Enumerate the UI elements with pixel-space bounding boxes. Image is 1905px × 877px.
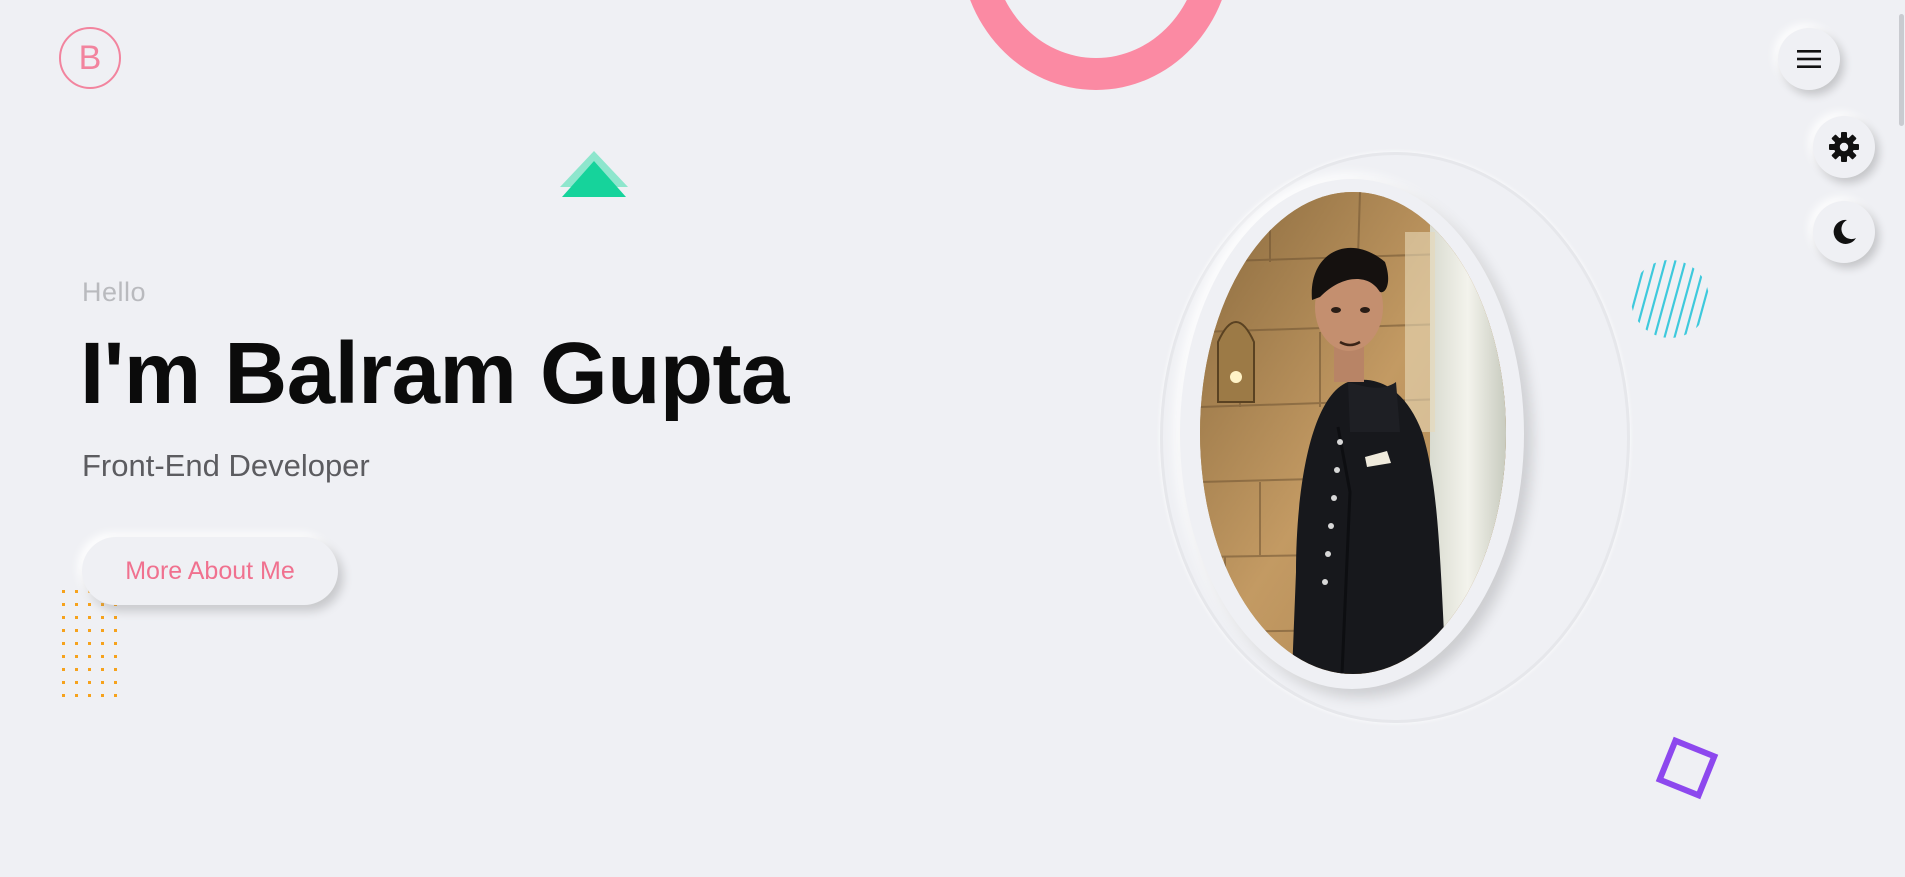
gear-icon [1829,132,1859,162]
logo-letter: B [78,38,102,77]
more-about-me-button[interactable]: More About Me [82,537,338,605]
hero-role-subtitle: Front-End Developer [82,448,370,483]
settings-button[interactable] [1813,116,1875,178]
logo-button[interactable]: B [59,27,121,89]
menu-button[interactable] [1778,28,1840,90]
decorative-ring [960,0,1232,90]
scrollbar-track[interactable] [1898,0,1905,877]
profile-photo-illustration [1200,192,1506,674]
theme-toggle-button[interactable] [1813,201,1875,263]
decorative-dot-grid [62,590,117,697]
profile-photo [1200,192,1506,674]
scrollbar-thumb[interactable] [1899,14,1904,126]
moon-icon [1833,219,1856,244]
decorative-triangle [560,151,628,197]
decorative-square [1655,736,1719,800]
decorative-striped-circle [1631,260,1709,338]
hamburger-icon [1797,50,1821,68]
page: B Hello I'm Balram Gupta Front-End Devel… [0,0,1905,877]
greeting-text: Hello [82,277,147,307]
hero-name-heading: I'm Balram Gupta [80,325,789,422]
